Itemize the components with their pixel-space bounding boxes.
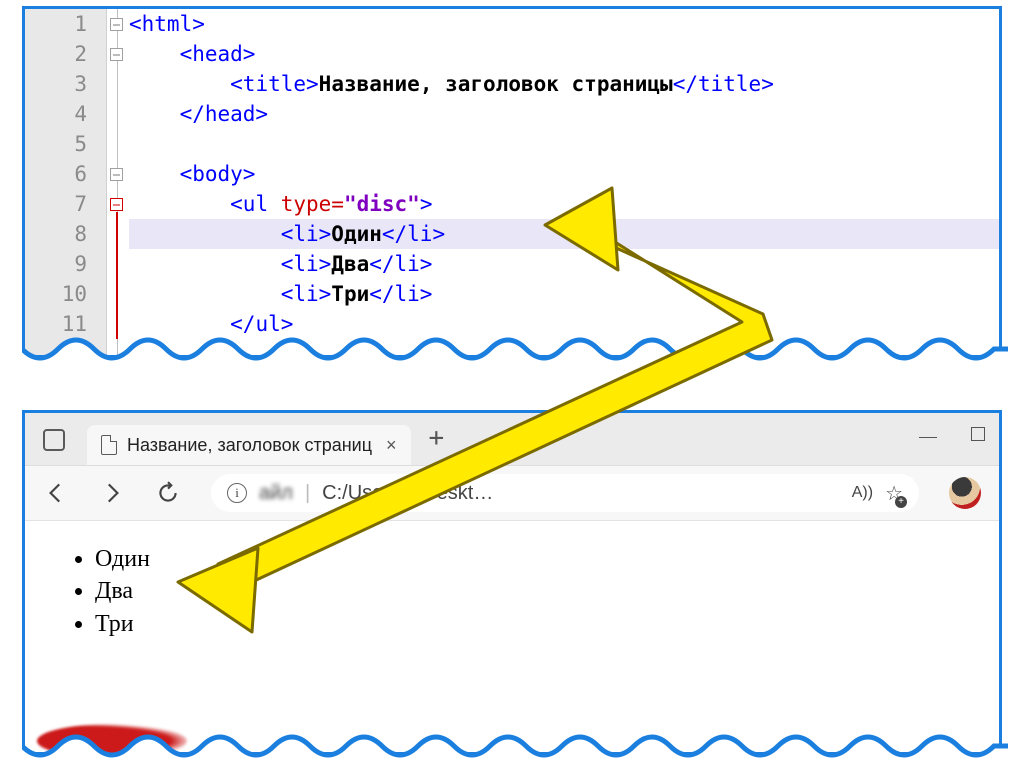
line-number: 6 xyxy=(25,159,97,189)
highlighted-line: <li>Один</li> xyxy=(129,219,999,249)
line-number: 8 xyxy=(25,219,97,249)
fold-toggle-icon[interactable] xyxy=(110,198,123,211)
page-viewport: Один Два Три xyxy=(25,521,999,662)
browser-tabbar: Название, заголовок страниц × + xyxy=(25,413,999,465)
line-number: 7 xyxy=(25,189,97,219)
minimize-button[interactable] xyxy=(919,437,937,441)
line-number: 4 xyxy=(25,99,97,129)
code-token: </li> xyxy=(382,222,445,246)
torn-edge-decoration xyxy=(22,333,1008,377)
tab-actions-icon[interactable] xyxy=(43,429,65,451)
browser-toolbar: i айл | C:/Users/a Deskt… A)) ☆+ xyxy=(25,465,999,521)
address-scheme: айл xyxy=(259,482,293,505)
list-item: Два xyxy=(95,575,957,607)
code-token: <html> xyxy=(129,12,205,36)
browser-tab[interactable]: Название, заголовок страниц × xyxy=(87,425,411,465)
torn-edge-decoration xyxy=(22,730,1008,774)
code-token: <body> xyxy=(180,162,256,186)
code-token: <title> xyxy=(230,72,319,96)
fold-toggle-icon[interactable] xyxy=(110,48,123,61)
address-bar[interactable]: i айл | C:/Users/a Deskt… A)) ☆+ xyxy=(211,474,919,512)
line-number: 1 xyxy=(25,9,97,39)
rendered-list: Один Два Три xyxy=(67,543,957,640)
reload-button[interactable] xyxy=(155,480,181,506)
line-number: 3 xyxy=(25,69,97,99)
list-item: Один xyxy=(95,543,957,575)
line-number: 10 xyxy=(25,279,97,309)
code-text: Название, заголовок страницы xyxy=(319,72,673,96)
code-attr: type= xyxy=(281,192,344,216)
code-value: "disc" xyxy=(344,192,420,216)
code-text: Три xyxy=(331,282,369,306)
tab-title: Название, заголовок страниц xyxy=(127,435,372,456)
code-token: <li> xyxy=(281,252,332,276)
fold-toggle-icon[interactable] xyxy=(110,168,123,181)
close-tab-button[interactable]: × xyxy=(382,435,401,456)
code-area[interactable]: <html> <head> <title>Название, заголовок… xyxy=(129,9,999,355)
list-item: Три xyxy=(95,608,957,640)
window-controls xyxy=(919,427,985,441)
read-aloud-icon[interactable]: A)) xyxy=(852,484,873,502)
browser-window: Название, заголовок страниц × + i айл | … xyxy=(22,410,1002,755)
back-button[interactable] xyxy=(43,480,69,506)
code-text: Два xyxy=(331,252,369,276)
fold-toggle-icon[interactable] xyxy=(110,18,123,31)
code-token: </li> xyxy=(369,282,432,306)
code-text: Один xyxy=(331,222,382,246)
favorite-button[interactable]: ☆+ xyxy=(885,481,903,506)
site-info-icon[interactable]: i xyxy=(227,483,247,503)
line-number: 2 xyxy=(25,39,97,69)
code-token: <li> xyxy=(281,282,332,306)
code-token: </li> xyxy=(369,252,432,276)
maximize-button[interactable] xyxy=(971,427,985,441)
code-token: </head> xyxy=(180,102,269,126)
code-token: > xyxy=(420,192,433,216)
code-editor-panel: 1 2 3 4 5 6 7 8 9 10 11 <html> <head> <t… xyxy=(22,6,1002,358)
code-token: <li> xyxy=(281,222,332,246)
line-number: 5 xyxy=(25,129,97,159)
code-token: <head> xyxy=(180,42,256,66)
address-separator: | xyxy=(305,482,310,505)
address-path: C:/Users/a Deskt… xyxy=(322,482,493,505)
forward-button[interactable] xyxy=(99,480,125,506)
fold-scope-line xyxy=(116,212,118,339)
file-icon xyxy=(101,435,117,455)
line-number: 9 xyxy=(25,249,97,279)
code-token: </title> xyxy=(673,72,774,96)
profile-avatar[interactable] xyxy=(949,477,981,509)
new-tab-button[interactable]: + xyxy=(429,423,445,453)
code-token: <ul xyxy=(230,192,281,216)
